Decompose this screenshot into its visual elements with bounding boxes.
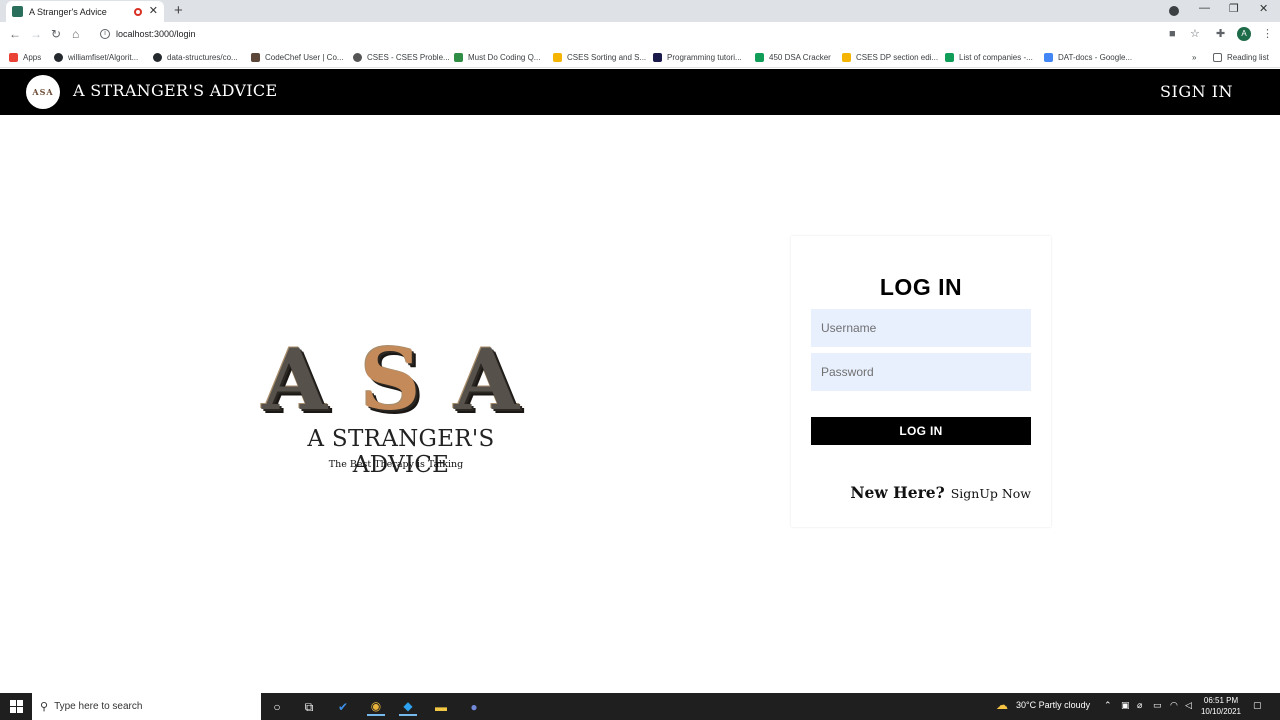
file-explorer-icon[interactable]: ▬ [432,698,450,716]
bookmark-item[interactable]: Must Do Coding Q... [454,51,540,63]
close-tab-icon[interactable]: ✕ [149,6,158,17]
reload-icon[interactable]: ↻ [51,26,61,42]
logo-letter-a2: A [454,330,520,429]
bookmark-item[interactable]: Programming tutori... [653,51,742,63]
bookmark-item[interactable]: 450 DSA Cracker [755,51,831,63]
reading-list[interactable]: Reading list [1213,51,1269,63]
bookmark-item[interactable]: williamfiset/Algorit... [54,51,138,63]
github-icon [153,52,162,62]
notifications-icon[interactable]: ▢ [1253,700,1262,711]
address-bar[interactable]: i localhost:3000/login [96,24,1156,44]
wifi-icon[interactable]: ◠ [1170,700,1178,711]
signup-link[interactable]: SignUp Now [951,486,1031,501]
tab-title: A Stranger's Advice [29,6,107,17]
device-icon[interactable]: ▣ [1121,700,1130,711]
back-icon[interactable]: ← [9,26,21,42]
logo-letter-a1: A [262,330,328,429]
bookmark-item[interactable]: CSES DP section edi... [842,51,938,63]
cortana-icon[interactable]: ○ [268,698,286,716]
bookmark-item[interactable]: CodeChef User | Co... [251,51,344,63]
tab-search-icon[interactable] [1169,6,1179,16]
bookmark-item[interactable]: List of companies -... [945,51,1033,63]
task-view-icon[interactable]: ⧉ [300,698,318,716]
hackerrank-icon [653,52,662,62]
network-off-icon[interactable]: ⌀ [1137,700,1142,711]
github-icon [54,52,63,62]
weather-icon[interactable]: ☁ [996,698,1008,712]
navbar-logo[interactable]: ASA [26,75,60,109]
discord-icon[interactable]: ● [465,698,483,716]
app-navbar: ASA A STRANGER'S ADVICE SIGN IN [0,69,1280,115]
site-info-icon[interactable]: i [100,29,110,39]
codechef-icon [251,52,260,62]
login-heading: LOG IN [879,274,963,300]
windows-start-icon[interactable] [10,700,23,713]
new-tab-button[interactable]: + [174,3,183,18]
recording-icon [133,7,142,16]
weather-text[interactable]: 30°C Partly cloudy [1016,700,1090,710]
site-favicon-icon [12,6,23,17]
restore-icon[interactable]: ❐ [1229,2,1239,15]
bookmark-item[interactable]: CSES Sorting and S... [553,51,646,63]
forward-icon[interactable]: → [30,26,42,42]
close-window-icon[interactable]: ✕ [1259,2,1268,15]
login-button[interactable]: LOG IN [811,417,1031,445]
todo-app-icon[interactable]: ✔ [334,698,352,716]
url-text: localhost:3000/login [116,29,196,39]
signin-link[interactable]: SIGN IN [1160,82,1233,101]
bar-chart-icon [553,52,562,62]
logo-letter-s: S [360,330,421,429]
gfg-icon [454,52,463,62]
logo-mark: ASA [32,87,54,97]
chrome-taskbar-icon[interactable]: ◉ [367,698,385,716]
browser-tabstrip: A Stranger's Advice ✕ + — ❐ ✕ [0,0,1280,22]
reading-list-icon [1213,52,1222,62]
new-here-text: New Here? [850,483,945,502]
taskbar-search-placeholder: Type here to search [54,701,143,712]
bookmark-apps[interactable]: Apps [9,51,41,63]
camera-icon[interactable]: ■ [1169,28,1176,40]
brand-title[interactable]: A STRANGER'S ADVICE [73,81,277,100]
browser-toolbar: ← → ↻ ⌂ i localhost:3000/login ■ ☆ ✚ A ⋮ [0,22,1280,46]
signup-prompt: New Here? SignUp Now [850,483,1031,502]
bookmark-item[interactable]: DAT-docs - Google... [1044,51,1132,63]
bar-chart-icon [842,52,851,62]
docs-icon [1044,52,1053,62]
clock-time: 06:51 PM [1203,696,1239,705]
apps-grid-icon [9,52,18,62]
minimize-icon[interactable]: — [1199,2,1210,14]
vscode-taskbar-icon[interactable]: ◆ [399,698,417,716]
extensions-icon[interactable]: ✚ [1216,28,1225,40]
more-bookmarks-icon[interactable]: » [1192,51,1196,63]
login-card: LOG IN LOG IN New Here? SignUp Now [791,236,1051,527]
username-input[interactable] [811,309,1031,347]
search-icon: ⚲ [40,701,49,713]
volume-icon[interactable]: ◁ [1185,700,1192,711]
menu-kebab-icon[interactable]: ⋮ [1262,28,1273,40]
browser-tab[interactable]: A Stranger's Advice ✕ [6,1,164,22]
hero-tagline: The Best Therapy is Talking [328,459,464,470]
bookmarks-bar: Apps williamfiset/Algorit... data-struct… [0,46,1280,68]
home-icon[interactable]: ⌂ [72,26,79,42]
hero-title: A STRANGER'S ADVICE [307,426,495,478]
asa-letters: A S A [260,330,542,429]
windows-taskbar: ⚲ Type here to search ○ ⧉ ✔ ◉ ◆ ▬ ● ☁ 30… [0,693,1280,720]
sheet-icon [945,52,954,62]
password-input[interactable] [811,353,1031,391]
tray-chevron-icon[interactable]: ⌃ [1104,700,1112,711]
taskbar-search[interactable]: ⚲ Type here to search [32,693,261,720]
profile-avatar[interactable]: A [1237,27,1251,41]
battery-icon[interactable]: ▭ [1153,700,1162,711]
bookmark-item[interactable]: CSES - CSES Proble... [353,51,450,63]
taskbar-clock[interactable]: 06:51 PM 10/10/2021 [1196,695,1246,717]
bookmark-item[interactable]: data-structures/co... [153,51,238,63]
sheet-icon [755,52,764,62]
bookmark-star-icon[interactable]: ☆ [1190,28,1200,40]
hero-logo: A S A A STRANGER'S ADVICE The Best Thera… [256,330,546,480]
clock-date: 10/10/2021 [1200,707,1242,716]
globe-icon [353,52,362,62]
